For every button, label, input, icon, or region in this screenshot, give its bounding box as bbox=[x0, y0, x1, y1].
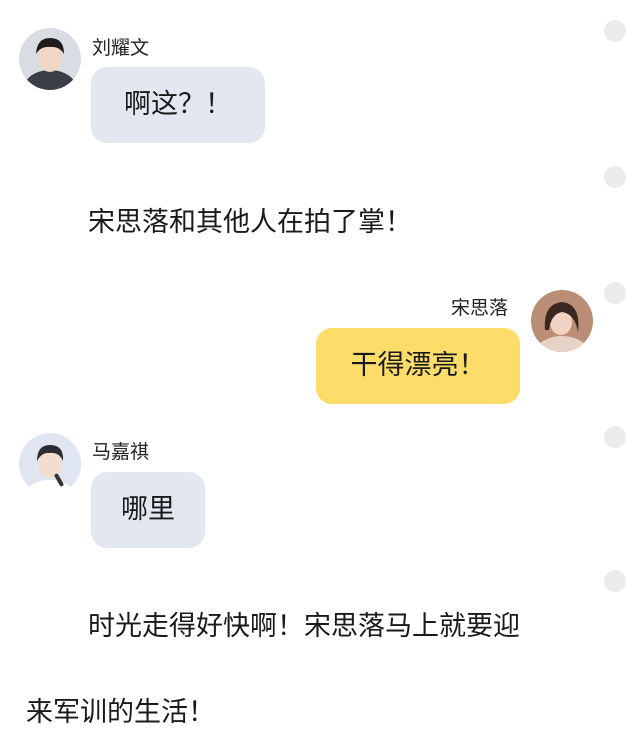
avatar-song-siluo[interactable] bbox=[531, 290, 593, 352]
narration-text-line-2: 来军训的生活！ bbox=[26, 697, 215, 728]
message-bubble[interactable]: 干得漂亮！ bbox=[316, 328, 520, 404]
narration-text-line-1: 时光走得好快啊！宋思落马上就要迎 bbox=[88, 611, 520, 642]
sender-name: 马嘉祺 bbox=[92, 441, 150, 463]
side-dot-1 bbox=[604, 20, 626, 42]
side-dot-2 bbox=[604, 166, 626, 188]
avatar-liu-yaowen[interactable] bbox=[19, 28, 81, 90]
side-dot-4 bbox=[604, 426, 626, 448]
avatar-ma-jiaqi[interactable] bbox=[19, 433, 81, 495]
side-dot-3 bbox=[604, 282, 626, 304]
message-bubble[interactable]: 啊这？！ bbox=[91, 67, 265, 143]
sender-name: 宋思落 bbox=[451, 297, 509, 319]
narration-text: 宋思落和其他人在拍了掌！ bbox=[88, 207, 412, 238]
side-dot-5 bbox=[604, 570, 626, 592]
message-bubble[interactable]: 哪里 bbox=[91, 472, 205, 548]
sender-name: 刘耀文 bbox=[92, 37, 150, 59]
